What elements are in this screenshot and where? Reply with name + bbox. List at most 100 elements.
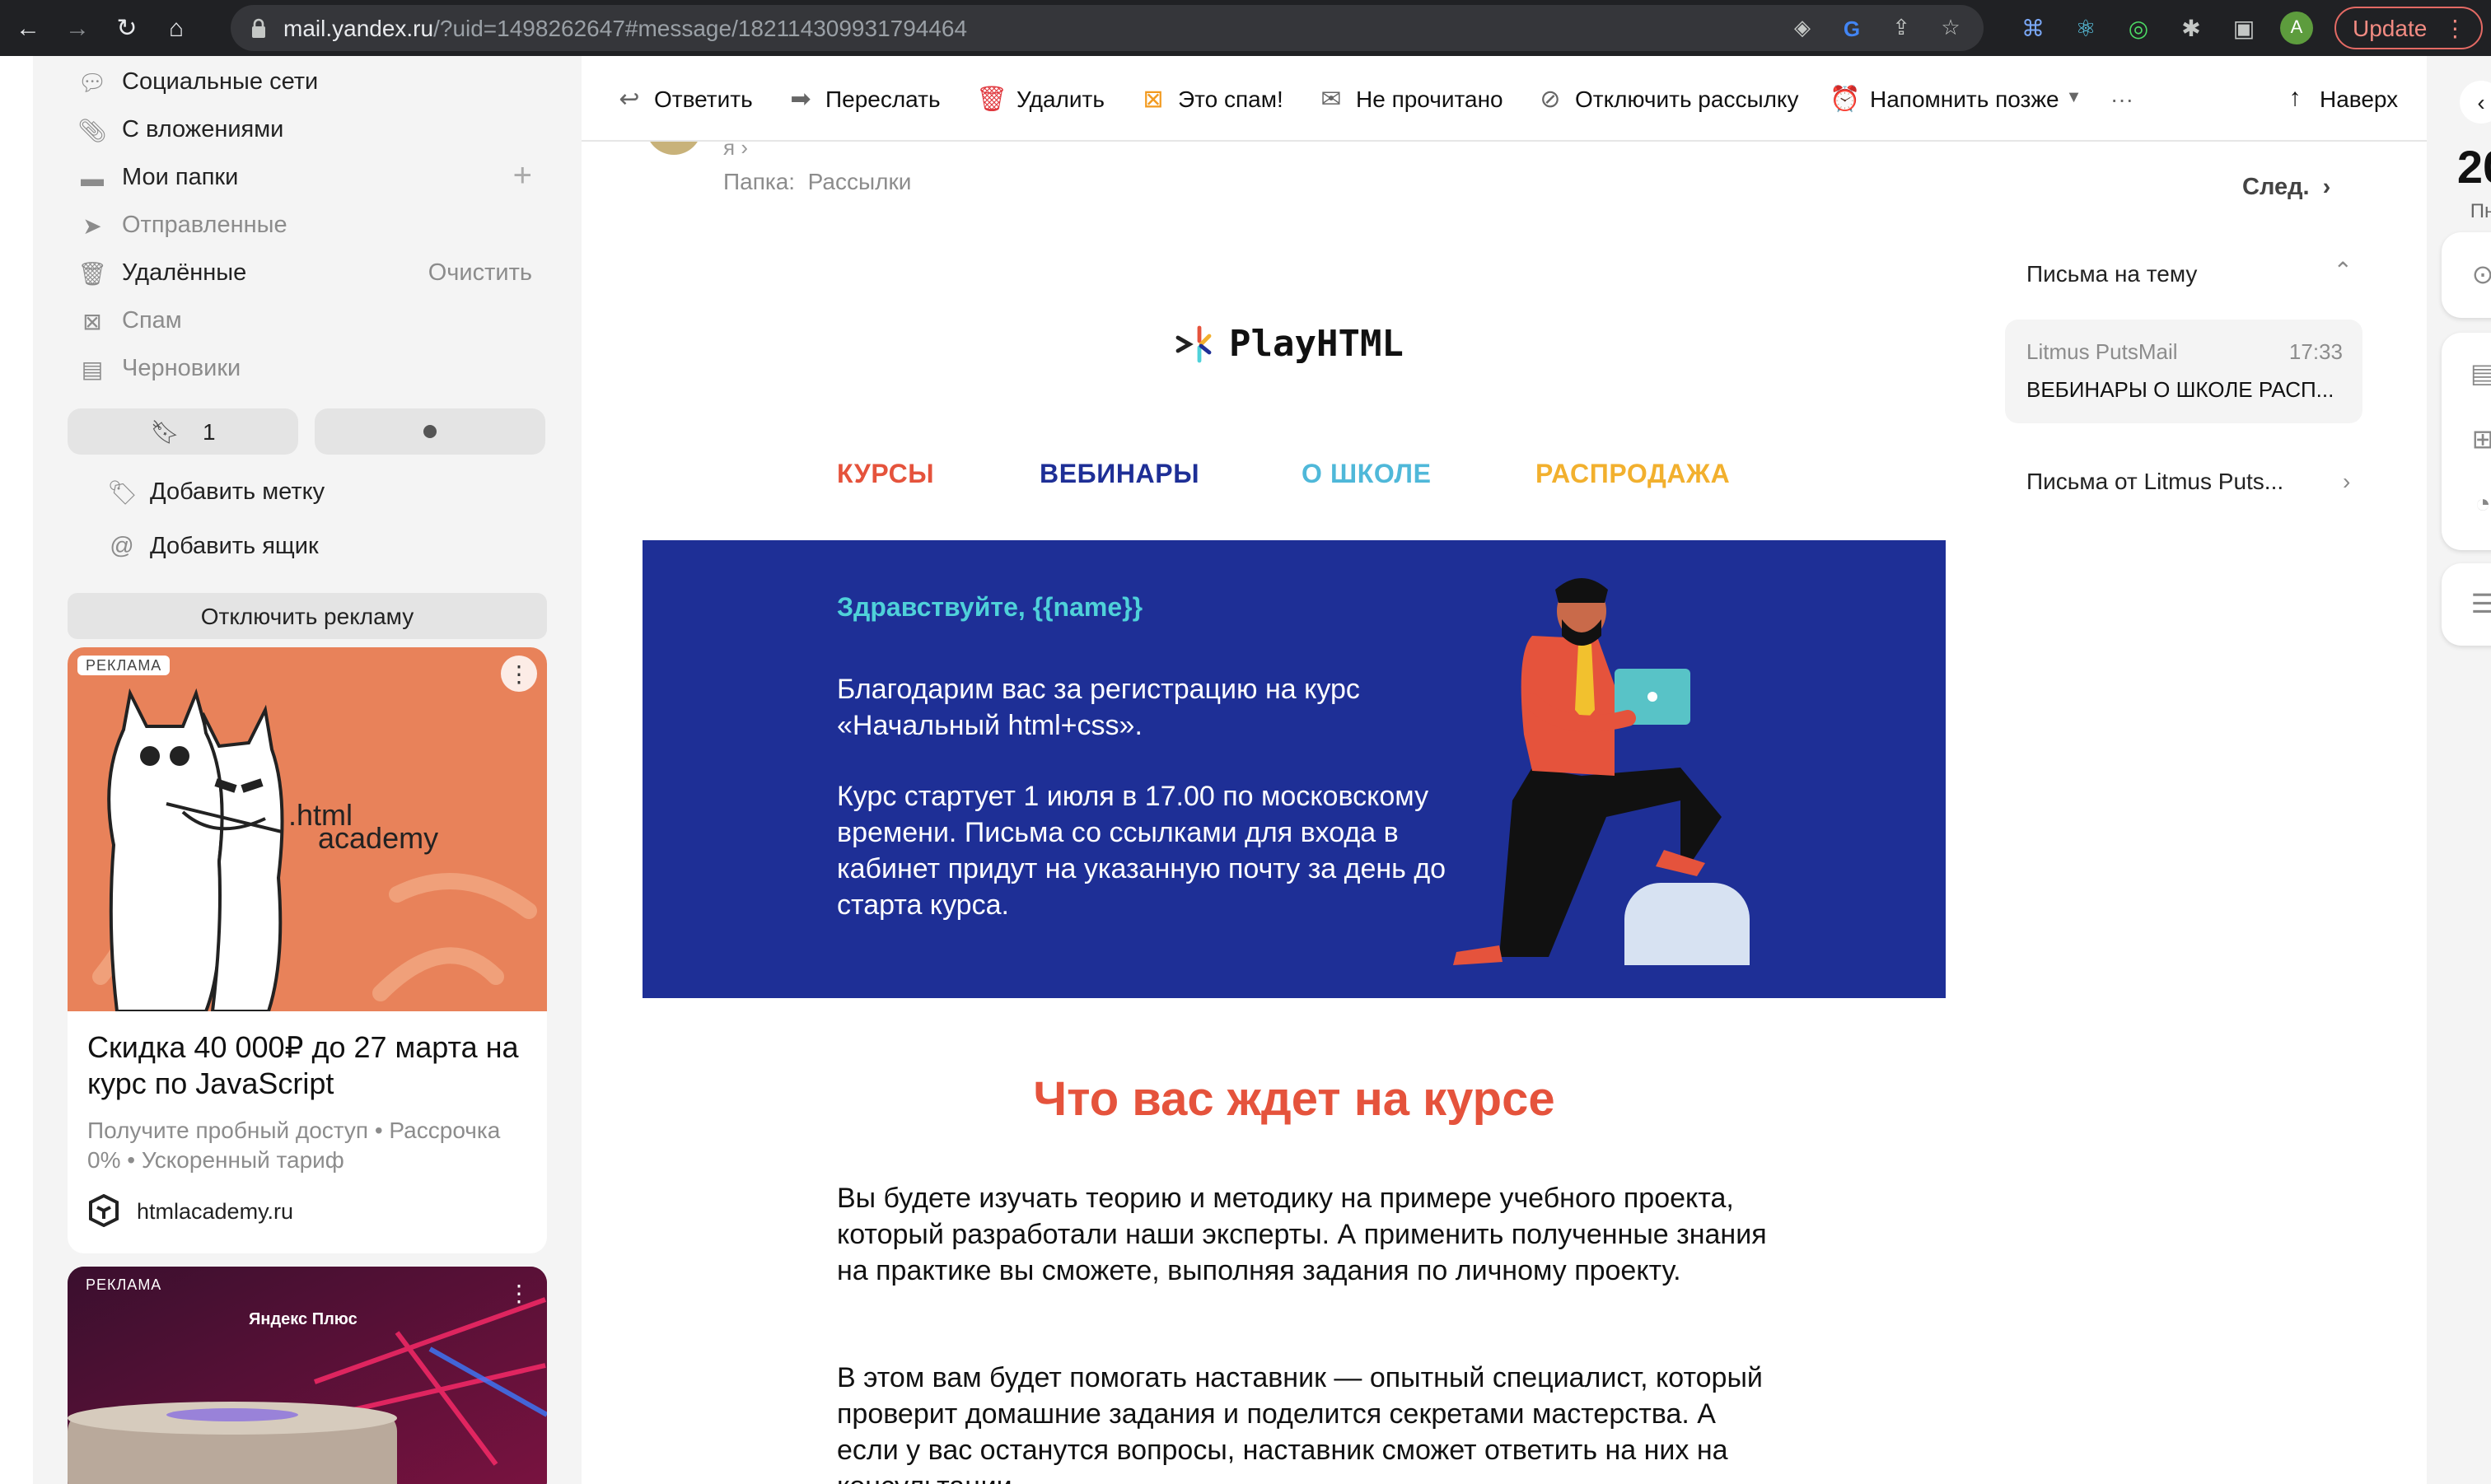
letters-from-sender-link[interactable]: Письма от Litmus Puts... › xyxy=(2026,468,2350,494)
delete-button[interactable]: 🗑︎ Удалить xyxy=(975,83,1105,113)
sidebar-folder-label: С вложениями xyxy=(122,117,284,143)
email-nav-about[interactable]: О ШКОЛЕ xyxy=(1302,461,1432,491)
target-icon[interactable]: ◎ xyxy=(2122,12,2155,44)
htmlacademy-logo-icon xyxy=(89,1194,119,1227)
sidebar-folder-label: Отправленные xyxy=(122,212,287,239)
sidebar-folder[interactable]: ▤ Черновики xyxy=(79,348,241,390)
ad-card-htmlacademy[interactable]: .html academy РЕКЛАМА ⋮ Скидка 40 000₽ д… xyxy=(68,647,547,1253)
home-icon[interactable]: ⌂ xyxy=(155,7,198,49)
chevron-right-icon: › xyxy=(2322,175,2331,201)
rail-card-tasks[interactable]: ☰ xyxy=(2442,563,2491,646)
recipient-line[interactable]: я › xyxy=(723,142,748,160)
at-icon: @ xyxy=(110,534,134,560)
react-icon[interactable]: ⚛ xyxy=(2069,12,2102,44)
remind-later-button[interactable]: ⏰ Напомнить позже ▼ xyxy=(1830,83,2082,113)
sidebar-folder[interactable]: 📎︎ С вложениями xyxy=(77,109,284,152)
folder-line: Папка: Рассылки xyxy=(723,168,912,194)
url-text: mail.yandex.ru/?uid=1498262647#message/1… xyxy=(283,15,968,41)
share-icon[interactable]: ⇪ xyxy=(1888,15,1914,41)
disable-ads-button[interactable]: Отключить рекламу xyxy=(68,593,547,639)
more-vertical-icon[interactable]: ⋮ xyxy=(501,656,537,692)
clear-trash-link[interactable]: Очистить xyxy=(428,260,532,287)
extensions-icon[interactable]: ✱ xyxy=(2175,12,2208,44)
email-nav-sale[interactable]: РАСПРОДАЖА xyxy=(1535,461,1730,491)
ad-card-yandex-plus[interactable]: Яндекс Плюс РЕКЛАМА ⋮ xyxy=(68,1267,547,1484)
body-paragraph-1: Вы будете изучать теорию и методику на п… xyxy=(837,1183,1767,1286)
body-paragraph-2: В этом вам будет помогать наставник — оп… xyxy=(837,1362,1763,1484)
next-message-link[interactable]: След. › xyxy=(2242,175,2330,201)
ad-image-cats: .html academy xyxy=(68,647,547,1011)
sidebar-folder[interactable]: ➤ Отправленные xyxy=(79,204,287,247)
banner-paragraph-2: Курс стартует 1 июля в 17.00 по московск… xyxy=(837,781,1446,921)
unsubscribe-button[interactable]: ⊘ Отключить рассылку xyxy=(1535,83,1798,113)
update-button[interactable]: Update ⋮ xyxy=(2334,7,2483,49)
browser-toolbar: ← → ↻ ⌂ mail.yandex.ru/?uid=1498262647#m… xyxy=(0,0,2491,56)
rail-card-telemost[interactable]: ⊙ xyxy=(2442,232,2491,318)
thread-time: 17:33 xyxy=(2288,339,2343,364)
chevron-left-icon: ‹ xyxy=(2477,89,2485,115)
star-icon[interactable]: ☆ xyxy=(1937,15,1964,41)
add-label-link[interactable]: 🏷︎ Добавить метку xyxy=(107,474,325,511)
add-mailbox-link[interactable]: @ Добавить ящик xyxy=(107,529,318,565)
email-nav-webinars[interactable]: ВЕБИНАРЫ xyxy=(1040,461,1199,491)
rail-card-apps: ▤ ⊞ ◔ xyxy=(2442,333,2491,550)
forward-arrow-icon: ➡ xyxy=(790,85,811,113)
section-title: Что вас ждет на курсе xyxy=(1033,1074,1555,1127)
bookmarked-filter[interactable]: 🔖︎ 1 xyxy=(68,408,298,455)
tasks-icon[interactable]: ☰ xyxy=(2465,586,2491,623)
ad-image-speaker: Яндекс Плюс xyxy=(68,1267,547,1484)
reload-icon[interactable]: ↻ xyxy=(105,7,148,49)
spam-icon: ⊠ xyxy=(1143,85,1164,113)
sidepanel-icon[interactable]: ▣ xyxy=(2227,12,2260,44)
send-icon: ➤ xyxy=(82,212,102,238)
sidebar-folder[interactable]: ▬ Мои папки xyxy=(79,156,238,199)
avatar xyxy=(646,142,702,155)
translate-icon[interactable]: ⌘ xyxy=(2017,12,2049,44)
add-folder-icon[interactable]: + xyxy=(513,158,532,196)
calendar-day[interactable]: 20 xyxy=(2438,142,2491,194)
lock-icon xyxy=(252,18,265,38)
reply-button[interactable]: ↩ Ответить xyxy=(615,83,752,113)
scroll-top-button[interactable]: ↑ Наверх xyxy=(2280,83,2399,113)
draft-icon: ▤ xyxy=(81,355,104,381)
arrow-up-icon: ↑ xyxy=(2288,84,2302,112)
reply-icon: ↩ xyxy=(619,85,640,113)
sidebar-folder[interactable]: ⊠ Спам xyxy=(79,300,181,343)
unread-filter[interactable] xyxy=(315,408,545,455)
disk-icon[interactable]: ◔ xyxy=(2465,488,2491,524)
ad-domain[interactable]: htmlacademy.ru xyxy=(87,1194,293,1227)
mark-unread-button[interactable]: ✉ Не прочитано xyxy=(1316,83,1503,113)
chevron-down-icon: ▼ xyxy=(2065,89,2082,107)
spam-button[interactable]: ⊠ Это спам! xyxy=(1138,83,1283,113)
more-button[interactable]: ··· xyxy=(2110,85,2133,111)
eye-icon[interactable]: ◈ xyxy=(1789,15,1816,41)
calendar-weekday: Пн xyxy=(2470,199,2491,222)
apps-grid-icon[interactable]: ⊞ xyxy=(2465,422,2491,458)
back-icon[interactable]: ← xyxy=(7,7,49,49)
sidebar-folder[interactable]: 💬︎ Социальные сети xyxy=(77,61,318,104)
welcome-banner: Здравствуйте, {{name}} Благодарим вас за… xyxy=(643,540,1946,998)
message-toolbar: ↩ Ответить ➡ Переслать 🗑︎ Удалить ⊠ Это спам… xyxy=(582,56,2427,142)
playhtml-logo: PlayHTML xyxy=(1173,323,1404,366)
address-bar[interactable]: mail.yandex.ru/?uid=1498262647#message/1… xyxy=(231,5,1984,51)
chevron-right-icon: › xyxy=(2343,468,2351,494)
mail-sidebar: 💬︎ Социальные сети 📎︎ С вложениями ▬ Мои папк… xyxy=(33,56,582,1484)
thread-sender: Litmus PutsMail xyxy=(2026,339,2178,364)
notes-icon[interactable]: ▤ xyxy=(2465,356,2491,392)
profile-avatar[interactable]: A xyxy=(2280,12,2313,44)
tag-icon: 🏷︎ xyxy=(107,480,138,506)
google-icon[interactable]: G xyxy=(1839,15,1865,41)
bookmark-icon: 🔖︎ xyxy=(150,418,180,444)
thread-message-card[interactable]: Litmus PutsMail 17:33 ВЕБИНАРЫ О ШКОЛЕ Р… xyxy=(2005,320,2362,423)
forward-button[interactable]: ➡ Переслать xyxy=(786,83,940,113)
envelope-icon: ✉ xyxy=(1320,85,1342,113)
trash-icon: 🗑︎ xyxy=(975,85,1008,113)
sidebar-folder[interactable]: 🗑︎ Удалённые xyxy=(77,252,246,295)
sidebar-folder-label: Черновики xyxy=(122,356,241,382)
email-nav-courses[interactable]: КУРСЫ xyxy=(837,461,934,491)
video-call-icon[interactable]: ⊙ xyxy=(2465,257,2491,293)
sidebar-folder-label: Мои папки xyxy=(122,165,239,191)
thread-heading[interactable]: Письма на тему ⌃ xyxy=(2026,257,2372,287)
more-vertical-icon[interactable]: ⋮ xyxy=(501,1275,537,1311)
forward-icon[interactable]: → xyxy=(56,7,99,49)
